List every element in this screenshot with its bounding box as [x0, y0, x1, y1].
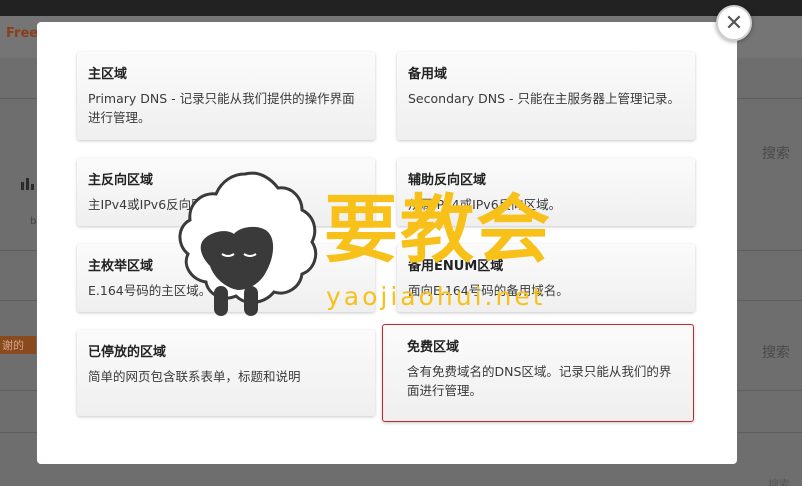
zone-card-primary[interactable]: 主区域 Primary DNS - 记录只能从我们提供的操作界面进行管理。: [77, 52, 375, 140]
card-title: 主区域: [88, 67, 128, 82]
search-button[interactable]: 搜索: [762, 143, 790, 163]
top-bar: [0, 0, 802, 16]
card-description: Secondary DNS - 只能在主服务器上管理记录。: [408, 91, 681, 106]
card-title: 备用域: [408, 67, 448, 82]
chart-icon: [20, 176, 38, 194]
card-description: 主IPv4或IPv6反向区域。: [88, 197, 229, 212]
card-description: 含有免费域名的DNS区域。记录只能从我们的界面进行管理。: [407, 364, 672, 398]
close-button[interactable]: ✕: [716, 5, 752, 41]
card-title: 主枚举区域: [88, 259, 154, 274]
zone-card-free[interactable]: 免费区域 含有免费域名的DNS区域。记录只能从我们的界面进行管理。: [382, 324, 694, 422]
zone-card-parked[interactable]: 已停放的区域 简单的网页包含联系表单，标题和说明: [77, 330, 375, 416]
card-title: 免费区域: [407, 340, 460, 355]
card-title: 已停放的区域: [88, 345, 167, 360]
search-button[interactable]: 搜索: [762, 342, 790, 362]
status-badge: 谢的: [0, 336, 36, 354]
zone-card-secondary[interactable]: 备用域 Secondary DNS - 只能在主服务器上管理记录。: [397, 52, 695, 140]
watermark-text: 要教会: [324, 187, 552, 273]
card-title: 主反向区域: [88, 173, 154, 188]
background-text: b: [30, 216, 37, 227]
card-description: E.164号码的主区域。: [88, 283, 212, 298]
card-description: Primary DNS - 记录只能从我们提供的操作界面进行管理。: [88, 91, 355, 125]
search-button[interactable]: 搜索: [768, 476, 790, 486]
brand-name: Free: [6, 26, 39, 41]
watermark-url: yaojiaohui.net: [326, 282, 546, 311]
card-description: 简单的网页包含联系表单，标题和说明: [88, 369, 301, 384]
close-icon: ✕: [724, 10, 744, 36]
